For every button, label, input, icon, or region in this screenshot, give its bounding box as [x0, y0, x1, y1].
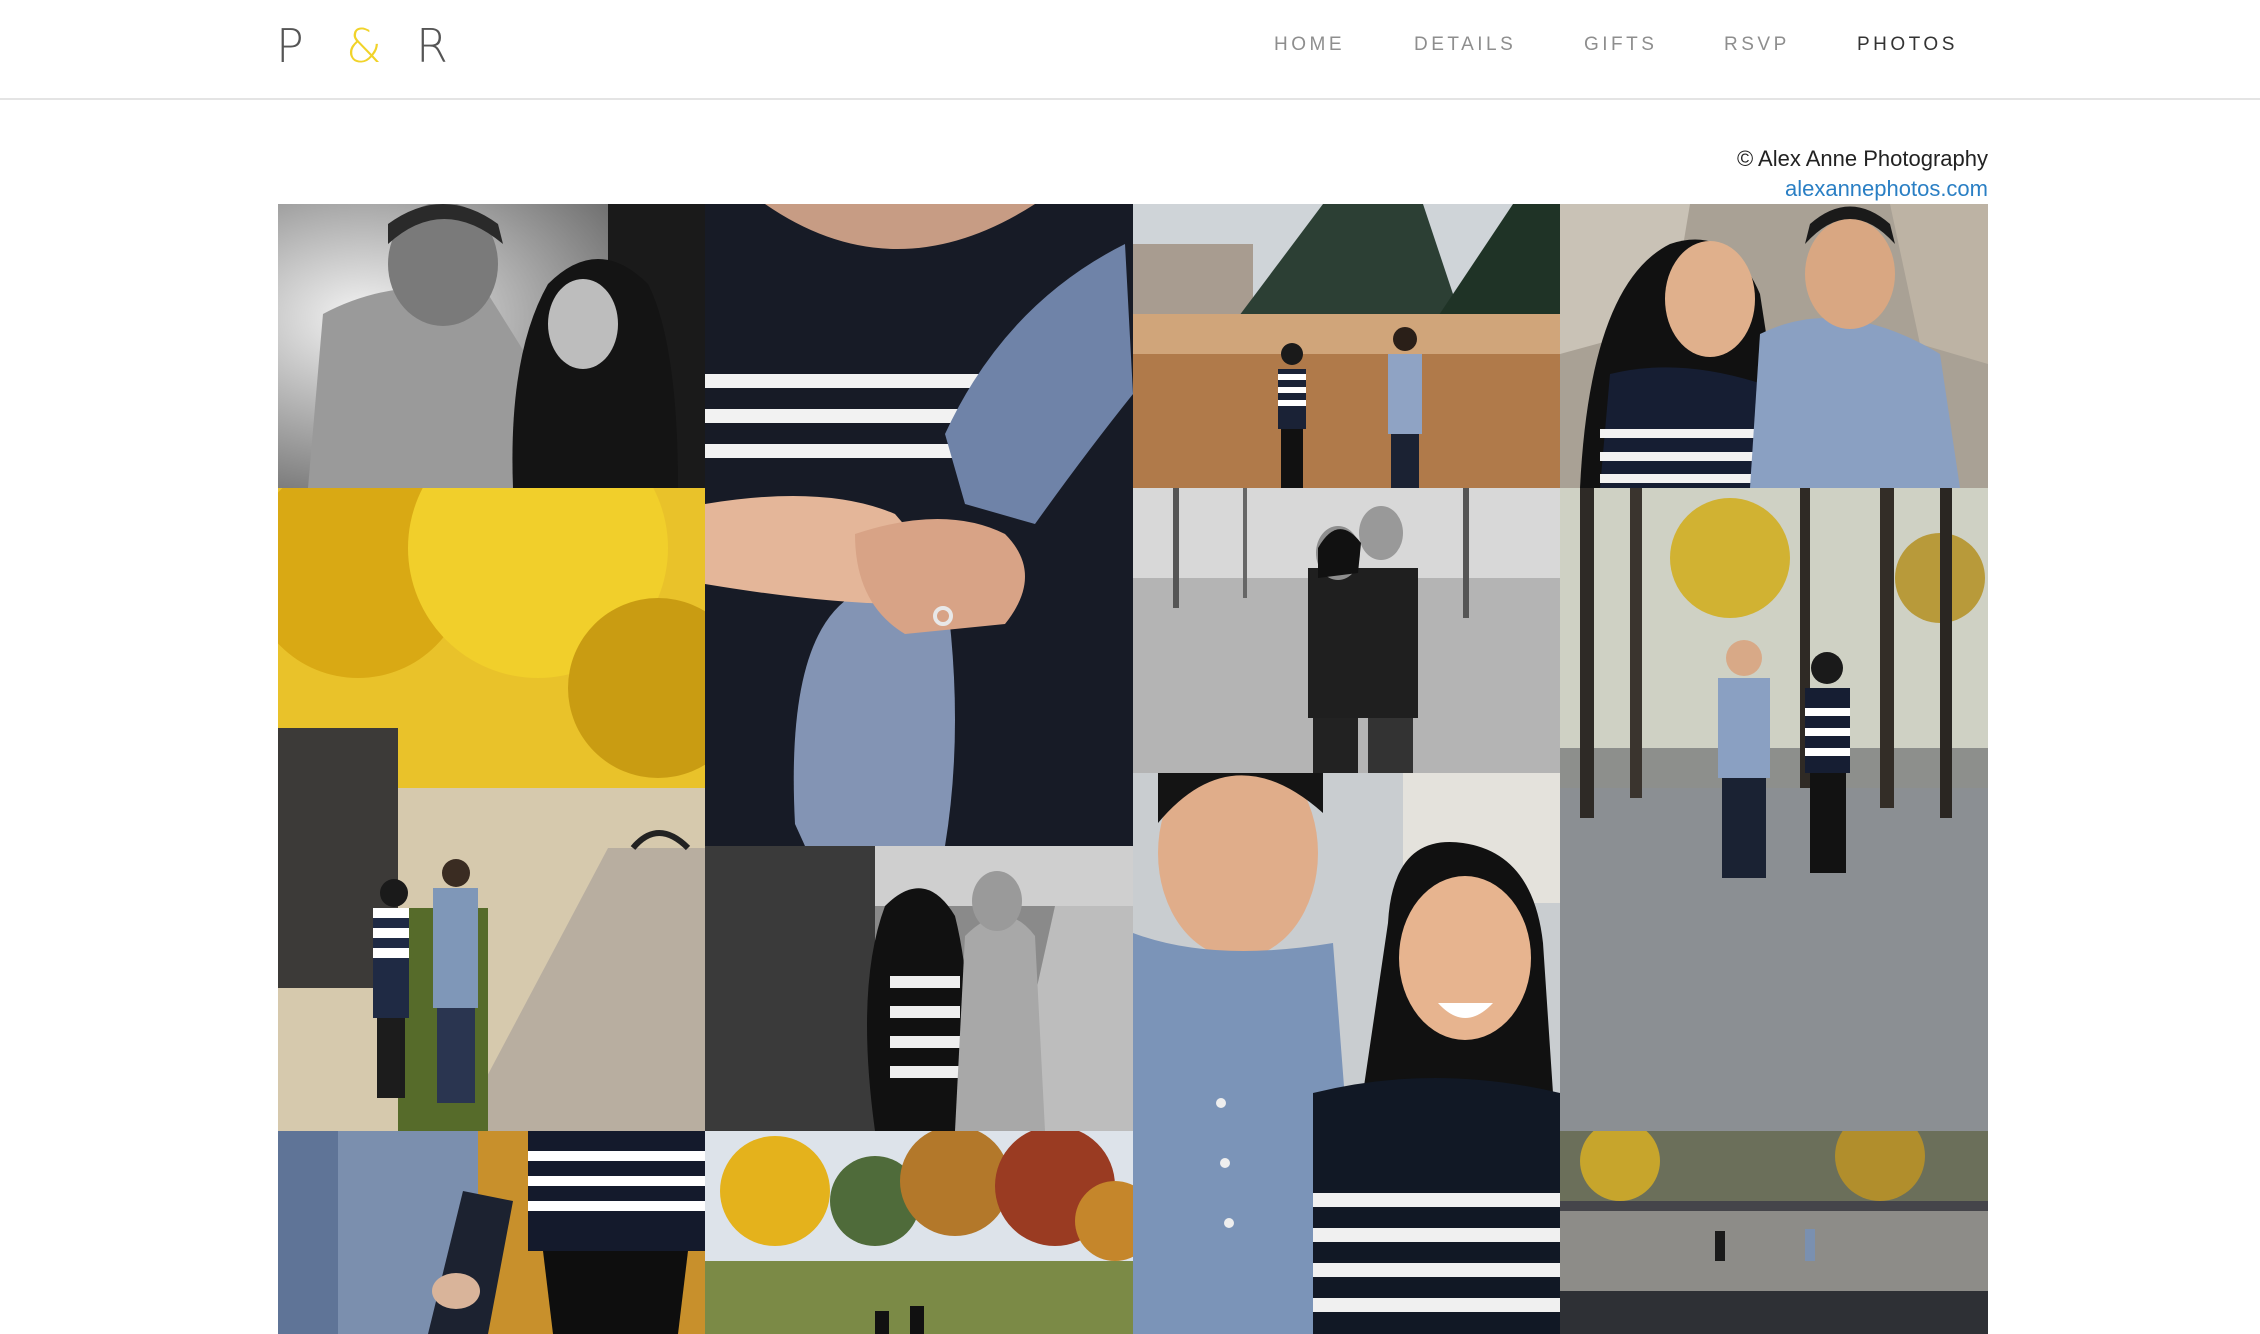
photo-credit: © Alex Anne Photography alexannephotos.c… [1737, 144, 1988, 204]
photographer-credit: © Alex Anne Photography [1736, 146, 1988, 171]
photo-autumn-park-running[interactable] [705, 1131, 1133, 1334]
site-header: P & R HOME DETAILS GIFTS RSVP PHOTOS [0, 0, 2260, 100]
photographer-link[interactable]: alexannephotos.com [1737, 174, 1988, 204]
photo-gallery [278, 204, 1988, 1334]
photo-couple-bw-closeup[interactable] [278, 204, 705, 488]
photo-couple-laughing-closeup[interactable] [1133, 773, 1560, 1334]
nav-home[interactable]: HOME [1274, 30, 1345, 60]
photo-couple-tall-grass[interactable] [1133, 204, 1560, 488]
photo-couple-bw-walkway[interactable] [705, 846, 1133, 1131]
nav-gifts[interactable]: GIFTS [1584, 30, 1657, 60]
photo-couple-plaza-distance[interactable] [1560, 1131, 1988, 1334]
main-nav: HOME DETAILS GIFTS RSVP PHOTOS [0, 30, 2260, 60]
nav-rsvp[interactable]: RSVP [1724, 30, 1790, 60]
photo-couple-yellow-tree-walk[interactable] [278, 488, 705, 1131]
photo-couple-bw-hug[interactable] [1133, 488, 1560, 773]
nav-photos[interactable]: PHOTOS [1857, 30, 1958, 60]
photo-couple-tree-lane[interactable] [1560, 488, 1988, 1131]
nav-details[interactable]: DETAILS [1414, 30, 1516, 60]
photo-couple-laughing-rocks[interactable] [1560, 204, 1988, 488]
photo-holding-hands-leaves[interactable] [278, 1131, 705, 1334]
photo-holding-hands-ring[interactable] [705, 204, 1133, 846]
